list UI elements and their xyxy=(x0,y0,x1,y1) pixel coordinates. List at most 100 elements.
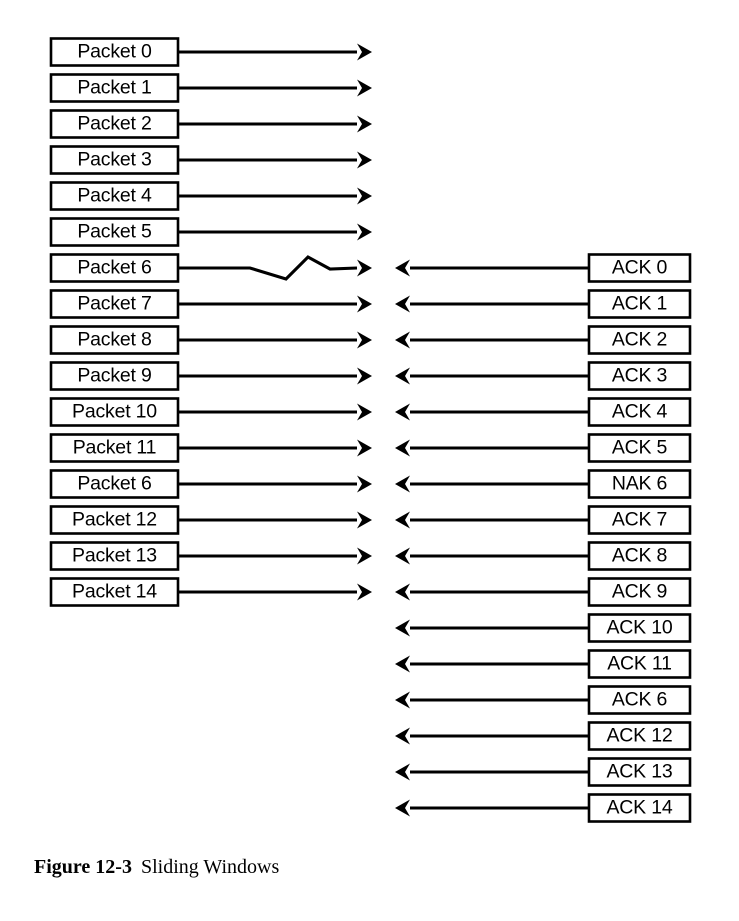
packet-node-11-label: Packet 11 xyxy=(73,437,156,459)
ack-return-arrow-10-arrowhead xyxy=(395,619,410,637)
ack-node-11-label: ACK 11 xyxy=(607,653,672,675)
ack-node-12-label: ACK 6 xyxy=(612,689,667,711)
packet-send-arrow-6-arrowhead xyxy=(357,259,372,277)
packet-node-9-label: Packet 9 xyxy=(77,365,151,387)
packet-send-arrow-3-arrowhead xyxy=(357,151,372,169)
packet-send-arrow-12-arrowhead xyxy=(357,475,372,493)
ack-node-1[interactable]: ACK 1 xyxy=(587,289,692,319)
ack-node-4[interactable]: ACK 4 xyxy=(587,397,692,427)
packet-send-arrow-6-line xyxy=(178,255,358,281)
packet-node-9[interactable]: Packet 9 xyxy=(49,361,180,391)
packet-node-3[interactable]: Packet 3 xyxy=(49,145,180,175)
ack-node-9[interactable]: ACK 9 xyxy=(587,577,692,607)
packet-node-3-label: Packet 3 xyxy=(77,149,151,171)
ack-node-10-label: ACK 10 xyxy=(606,617,672,639)
packet-node-0[interactable]: Packet 0 xyxy=(49,37,180,67)
packet-node-7[interactable]: Packet 7 xyxy=(49,289,180,319)
ack-node-2-label: ACK 2 xyxy=(612,329,667,351)
packet-node-15[interactable]: Packet 14 xyxy=(49,577,180,607)
ack-return-arrow-6-arrowhead xyxy=(395,475,410,493)
ack-node-4-label: ACK 4 xyxy=(612,401,668,423)
ack-return-arrow-3-arrowhead xyxy=(395,367,410,385)
packet-node-5[interactable]: Packet 5 xyxy=(49,217,180,247)
packet-send-arrow-10-arrowhead xyxy=(357,403,372,421)
figure-sliding-windows: Packet 0 Packet 1 Packet 2 Packet 3 Packet 4… xyxy=(0,0,739,921)
ack-node-8[interactable]: ACK 8 xyxy=(587,541,692,571)
packet-send-arrow-0-arrowhead xyxy=(357,43,372,61)
ack-return-arrow-13-arrowhead xyxy=(395,727,410,745)
packet-node-12[interactable]: Packet 6 xyxy=(49,469,180,499)
ack-node-10[interactable]: ACK 10 xyxy=(587,613,692,643)
packet-node-6-label: Packet 6 xyxy=(77,257,151,279)
figure-caption: Figure 12-3 Sliding Windows xyxy=(34,856,714,879)
ack-node-8-label: ACK 8 xyxy=(612,545,667,567)
packet-send-arrow-8-arrowhead xyxy=(357,331,372,349)
ack-return-arrow-4-arrowhead xyxy=(395,403,410,421)
sliding-windows-diagram: Packet 0 Packet 1 Packet 2 Packet 3 Packet 4… xyxy=(49,37,692,823)
ack-node-3-label: ACK 3 xyxy=(612,365,667,387)
sender-packet-column: Packet 0 Packet 1 Packet 2 Packet 3 Packet 4… xyxy=(49,37,372,607)
ack-return-arrow-8-arrowhead xyxy=(395,547,410,565)
ack-node-7-label: ACK 7 xyxy=(612,509,667,531)
packet-node-4-label: Packet 4 xyxy=(77,185,152,207)
packet-send-arrow-9-arrowhead xyxy=(357,367,372,385)
packet-send-arrow-11-arrowhead xyxy=(357,439,372,457)
packet-node-14-label: Packet 13 xyxy=(72,545,157,567)
packet-node-7-label: Packet 7 xyxy=(77,293,151,315)
ack-node-11[interactable]: ACK 11 xyxy=(587,649,692,679)
ack-node-14-label: ACK 13 xyxy=(606,761,672,783)
packet-node-15-label: Packet 14 xyxy=(72,581,157,603)
packet-node-4[interactable]: Packet 4 xyxy=(49,181,180,211)
packet-node-13-label: Packet 12 xyxy=(72,509,157,531)
ack-node-0-label: ACK 0 xyxy=(612,257,668,279)
ack-node-0[interactable]: ACK 0 xyxy=(587,253,692,283)
packet-send-arrow-15-arrowhead xyxy=(357,583,372,601)
packet-node-12-label: Packet 6 xyxy=(77,473,151,495)
ack-return-arrow-15-arrowhead xyxy=(395,799,410,817)
packet-node-5-label: Packet 5 xyxy=(77,221,152,243)
packet-node-10-label: Packet 10 xyxy=(72,401,157,423)
ack-return-arrow-0-arrowhead xyxy=(395,259,410,277)
packet-node-8-label: Packet 8 xyxy=(77,329,151,351)
packet-send-arrow-1-arrowhead xyxy=(357,79,372,97)
packet-send-arrow-7-arrowhead xyxy=(357,295,372,313)
ack-return-arrow-14-arrowhead xyxy=(395,763,410,781)
nak-node-6[interactable]: NAK 6 xyxy=(587,469,692,499)
ack-node-12[interactable]: ACK 6 xyxy=(587,685,692,715)
ack-node-9-label: ACK 9 xyxy=(612,581,667,603)
ack-return-arrow-2-arrowhead xyxy=(395,331,410,349)
ack-return-arrow-1-arrowhead xyxy=(395,295,410,313)
packet-node-10[interactable]: Packet 10 xyxy=(49,397,180,427)
figure-caption-title: Sliding Windows xyxy=(140,856,280,878)
ack-node-13[interactable]: ACK 12 xyxy=(587,721,692,751)
ack-node-3[interactable]: ACK 3 xyxy=(587,361,692,391)
ack-node-15-label: ACK 14 xyxy=(606,797,672,819)
ack-node-7[interactable]: ACK 7 xyxy=(587,505,692,535)
packet-node-6[interactable]: Packet 6 xyxy=(49,253,180,283)
packet-node-8[interactable]: Packet 8 xyxy=(49,325,180,355)
ack-return-arrow-7-arrowhead xyxy=(395,511,410,529)
ack-node-2[interactable]: ACK 2 xyxy=(587,325,692,355)
packet-node-13[interactable]: Packet 12 xyxy=(49,505,180,535)
packet-node-1-label: Packet 1 xyxy=(77,77,151,99)
packet-node-1[interactable]: Packet 1 xyxy=(49,73,180,103)
packet-send-arrow-14-arrowhead xyxy=(357,547,372,565)
packet-send-arrow-2-arrowhead xyxy=(357,115,372,133)
ack-node-5-label: ACK 5 xyxy=(612,437,668,459)
packet-node-11[interactable]: Packet 11 xyxy=(49,433,180,463)
ack-node-14[interactable]: ACK 13 xyxy=(587,757,692,787)
ack-return-arrow-12-arrowhead xyxy=(395,691,410,709)
nak-node-6-label: NAK 6 xyxy=(612,473,667,495)
ack-return-arrow-11-arrowhead xyxy=(395,655,410,673)
figure-caption-label: Figure 12-3 xyxy=(34,856,132,878)
packet-node-0-label: Packet 0 xyxy=(77,41,152,63)
packet-node-2-label: Packet 2 xyxy=(77,113,151,135)
ack-return-arrow-9-arrowhead xyxy=(395,583,410,601)
ack-node-15[interactable]: ACK 14 xyxy=(587,793,692,823)
packet-send-arrow-4-arrowhead xyxy=(357,187,372,205)
ack-node-5[interactable]: ACK 5 xyxy=(587,433,692,463)
packet-send-arrow-5-arrowhead xyxy=(357,223,372,241)
packet-node-2[interactable]: Packet 2 xyxy=(49,109,180,139)
receiver-ack-column: ACK 0 ACK 1 ACK 2 ACK 3 ACK 4 ACK 5 NAK 6 ACK 7… xyxy=(395,253,692,823)
packet-node-14[interactable]: Packet 13 xyxy=(49,541,180,571)
